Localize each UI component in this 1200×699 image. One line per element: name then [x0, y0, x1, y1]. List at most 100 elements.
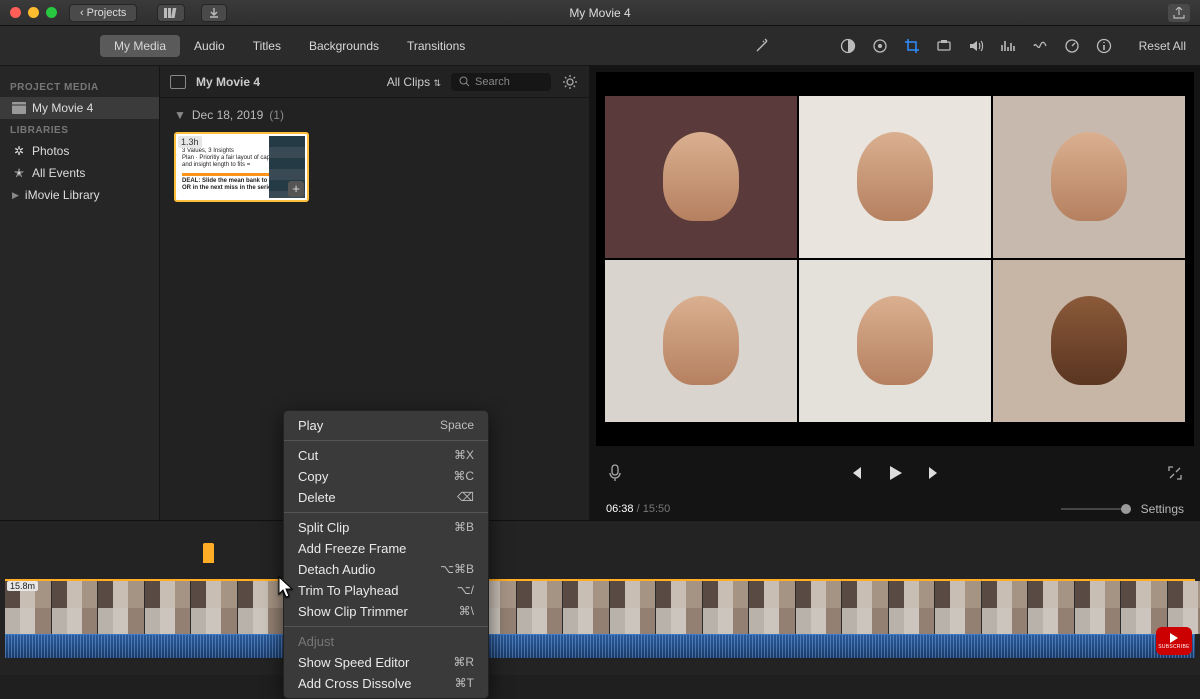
video-track[interactable]	[5, 579, 1195, 634]
sidebar-heading-libraries: LIBRARIES	[0, 119, 159, 140]
search-icon	[459, 76, 470, 87]
menu-item-shortcut: ⌘R	[453, 655, 474, 670]
equalizer-icon[interactable]	[999, 37, 1017, 55]
media-clip-thumbnail[interactable]: 1.3h 3 Values, 3 InsightsPlan · Prioriti…	[174, 132, 309, 202]
timeline-frame[interactable]	[796, 581, 843, 634]
menu-item-label: Split Clip	[298, 520, 349, 535]
color-balance-icon[interactable]	[839, 37, 857, 55]
timeline-frame[interactable]	[191, 581, 238, 634]
menu-item-label: Copy	[298, 469, 328, 484]
settings-button[interactable]: Settings	[1141, 502, 1184, 516]
menu-item-trim-to-playhead[interactable]: Trim To Playhead⌥/	[284, 580, 488, 601]
menu-item-detach-audio[interactable]: Detach Audio⌥⌘B	[284, 559, 488, 580]
disclosure-triangle-icon[interactable]: ▶	[12, 190, 19, 201]
menu-item-shortcut: ⌘\	[459, 604, 474, 619]
timeline-ruler[interactable]	[0, 521, 1200, 565]
menu-item-split-clip[interactable]: Split Clip⌘B	[284, 517, 488, 538]
menu-item-label: Cut	[298, 448, 318, 463]
video-canvas[interactable]	[596, 72, 1194, 446]
crop-icon[interactable]	[903, 37, 921, 55]
menu-item-shortcut: ⌥⌘B	[440, 562, 474, 577]
timeline-frame[interactable]	[563, 581, 610, 634]
menu-item-add-cross-dissolve[interactable]: Add Cross Dissolve⌘T	[284, 673, 488, 694]
filter-dropdown[interactable]: All Clips ⇅	[387, 75, 441, 89]
mouse-cursor-icon	[277, 575, 301, 599]
sidebar-item-my-movie[interactable]: My Movie 4	[0, 97, 159, 119]
timeline-frame[interactable]	[935, 581, 982, 634]
media-tabs: My Media Audio Titles Backgrounds Transi…	[100, 35, 479, 57]
reset-all-button[interactable]: Reset All	[1139, 39, 1186, 53]
timeline-frame[interactable]	[749, 581, 796, 634]
menu-item-copy[interactable]: Copy ⌘C	[284, 466, 488, 487]
timeline-frame[interactable]	[98, 581, 145, 634]
tab-audio[interactable]: Audio	[180, 35, 239, 57]
tab-transitions[interactable]: Transitions	[393, 35, 479, 57]
search-input[interactable]: Search	[451, 73, 551, 91]
menu-item-add-freeze-frame[interactable]: Add Freeze Frame	[284, 538, 488, 559]
next-button[interactable]	[926, 464, 944, 482]
timeline-frame[interactable]	[1075, 581, 1122, 634]
context-menu: PlaySpace Cut⌘X Copy ⌘C Delete⌫ Split Clip⌘B A…	[283, 410, 489, 699]
timeline-frame[interactable]	[982, 581, 1029, 634]
timeline-frame[interactable]	[610, 581, 657, 634]
menu-item-shortcut: ⌘C	[453, 469, 474, 484]
menu-item-play[interactable]: PlaySpace	[284, 415, 488, 436]
menu-item-cut[interactable]: Cut⌘X	[284, 445, 488, 466]
timeline[interactable]: 15.8m	[0, 520, 1200, 675]
play-button[interactable]	[886, 464, 904, 482]
youtube-subscribe-badge[interactable]: SUBSCRIBE	[1156, 627, 1192, 655]
info-icon[interactable]	[1095, 37, 1113, 55]
menu-item-show-speed-editor[interactable]: Show Speed Editor⌘R	[284, 652, 488, 673]
layout-toggle-icon[interactable]	[170, 75, 186, 89]
date-count: (1)	[269, 108, 284, 122]
timeline-frame[interactable]	[145, 581, 192, 634]
minimize-window-icon[interactable]	[28, 7, 39, 18]
download-button[interactable]	[201, 4, 227, 22]
sidebar-item-photos[interactable]: ✲ Photos	[0, 140, 159, 162]
back-to-projects-button[interactable]: ‹ Projects	[69, 4, 137, 22]
volume-icon[interactable]	[967, 37, 985, 55]
date-group-header[interactable]: ▼ Dec 18, 2019 (1)	[160, 98, 589, 128]
browser-settings-icon[interactable]	[561, 73, 579, 91]
share-button[interactable]	[1168, 4, 1190, 22]
zoom-window-icon[interactable]	[46, 7, 57, 18]
browser-project-name: My Movie 4	[196, 75, 260, 89]
timeline-frame[interactable]	[517, 581, 564, 634]
timeline-frame[interactable]	[52, 581, 99, 634]
timeline-frame[interactable]	[889, 581, 936, 634]
tab-backgrounds[interactable]: Backgrounds	[295, 35, 393, 57]
timeline-frame[interactable]	[703, 581, 750, 634]
video-tile	[799, 260, 991, 422]
library-icon	[164, 7, 178, 19]
sidebar-item-all-events[interactable]: ✭ All Events	[0, 162, 159, 184]
add-clip-button[interactable]: +	[288, 181, 304, 197]
close-window-icon[interactable]	[10, 7, 21, 18]
subscribe-label: SUBSCRIBE	[1158, 644, 1190, 650]
prev-button[interactable]	[846, 464, 864, 482]
speed-icon[interactable]	[1063, 37, 1081, 55]
zoom-slider[interactable]	[1061, 508, 1131, 510]
timeline-frame[interactable]	[842, 581, 889, 634]
import-media-button[interactable]	[157, 4, 185, 22]
menu-item-delete[interactable]: Delete⌫	[284, 487, 488, 508]
wand-icon[interactable]	[753, 37, 771, 55]
menu-item-label: Show Clip Trimmer	[298, 604, 408, 619]
top-toolbar: My Media Audio Titles Backgrounds Transi…	[0, 26, 1200, 66]
audio-track[interactable]	[5, 634, 1195, 658]
tab-my-media[interactable]: My Media	[100, 35, 180, 57]
video-grid	[605, 96, 1185, 422]
strip-duration-badge: 15.8m	[7, 581, 38, 591]
playhead-icon[interactable]	[203, 543, 214, 563]
sidebar-heading-project-media: PROJECT MEDIA	[0, 76, 159, 97]
menu-item-label: Add Freeze Frame	[298, 541, 406, 556]
tab-titles[interactable]: Titles	[239, 35, 295, 57]
transport-bar	[590, 448, 1200, 498]
color-wheel-icon[interactable]	[871, 37, 889, 55]
menu-item-show-clip-trimmer[interactable]: Show Clip Trimmer ⌘\	[284, 601, 488, 622]
timeline-frame[interactable]	[656, 581, 703, 634]
sidebar-item-imovie-library[interactable]: ▶ iMovie Library	[0, 184, 159, 206]
noise-icon[interactable]	[1031, 37, 1049, 55]
stabilize-icon[interactable]	[935, 37, 953, 55]
timeline-frame[interactable]	[1028, 581, 1075, 634]
window-titlebar: ‹ Projects My Movie 4	[0, 0, 1200, 26]
